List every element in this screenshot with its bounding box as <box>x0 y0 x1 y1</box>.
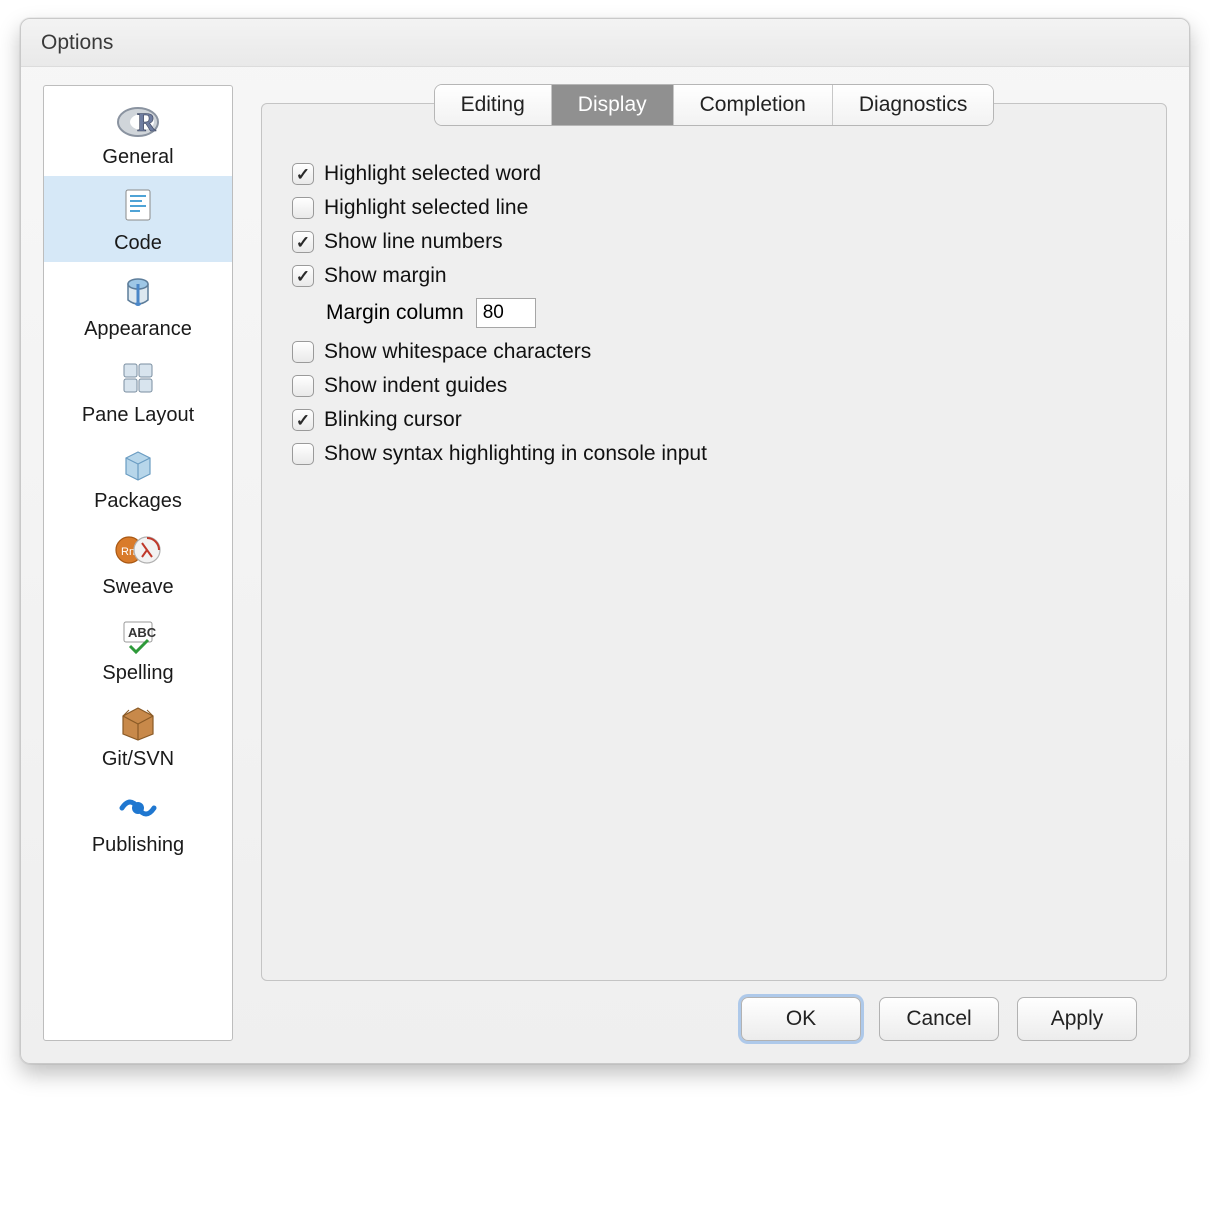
publishing-icon <box>114 784 162 832</box>
display-panel: Highlight selected word Highlight select… <box>261 103 1167 981</box>
tab-editing[interactable]: Editing <box>435 85 552 125</box>
sweave-icon: Rnw <box>114 526 162 574</box>
checkbox-highlight-selected-word[interactable] <box>292 163 314 185</box>
tab-display[interactable]: Display <box>552 85 674 125</box>
option-label: Highlight selected line <box>324 196 528 220</box>
sidebar-item-label: General <box>102 146 173 168</box>
window-title: Options <box>41 31 113 55</box>
sidebar-item-pane-layout[interactable]: Pane Layout <box>44 348 232 434</box>
sidebar-item-label: Git/SVN <box>102 748 174 770</box>
option-label: Highlight selected word <box>324 162 541 186</box>
margin-column-label: Margin column <box>326 301 464 325</box>
sidebar-item-label: Packages <box>94 490 182 512</box>
sidebar-item-packages[interactable]: Packages <box>44 434 232 520</box>
margin-column-input[interactable] <box>476 298 536 328</box>
code-file-icon <box>114 182 162 230</box>
sidebar-item-publishing[interactable]: Publishing <box>44 778 232 864</box>
tab-diagnostics[interactable]: Diagnostics <box>833 85 994 125</box>
category-sidebar: R General Code <box>43 85 233 1041</box>
sidebar-item-label: Pane Layout <box>82 404 194 426</box>
apply-button[interactable]: Apply <box>1017 997 1137 1041</box>
option-blinking-cursor: Blinking cursor <box>292 408 1136 432</box>
sidebar-item-general[interactable]: R General <box>44 90 232 176</box>
sidebar-item-code[interactable]: Code <box>44 176 232 262</box>
spellcheck-icon: ABC <box>114 612 162 660</box>
checkbox-show-line-numbers[interactable] <box>292 231 314 253</box>
option-highlight-selected-word: Highlight selected word <box>292 162 1136 186</box>
option-label: Show indent guides <box>324 374 507 398</box>
svg-text:ABC: ABC <box>128 625 157 640</box>
cardboard-box-icon <box>114 698 162 746</box>
paint-bucket-icon <box>114 268 162 316</box>
option-show-whitespace: Show whitespace characters <box>292 340 1136 364</box>
sidebar-item-label: Code <box>114 232 162 254</box>
main-area: Editing Display Completion Diagnostics H… <box>261 85 1167 1041</box>
option-label: Blinking cursor <box>324 408 462 432</box>
ok-button[interactable]: OK <box>741 997 861 1041</box>
r-logo-icon: R <box>114 96 162 144</box>
sidebar-item-sweave[interactable]: Rnw Sweave <box>44 520 232 606</box>
svg-text:R: R <box>137 108 156 137</box>
option-label: Show line numbers <box>324 230 503 254</box>
checkbox-show-indent-guides[interactable] <box>292 375 314 397</box>
sidebar-item-appearance[interactable]: Appearance <box>44 262 232 348</box>
package-box-icon <box>114 440 162 488</box>
sidebar-item-label: Sweave <box>102 576 173 598</box>
option-syntax-highlight-console: Show syntax highlighting in console inpu… <box>292 442 1136 466</box>
checkbox-show-whitespace[interactable] <box>292 341 314 363</box>
window-titlebar: Options <box>21 19 1189 67</box>
options-dialog: Options R General <box>20 18 1190 1064</box>
option-show-indent-guides: Show indent guides <box>292 374 1136 398</box>
sidebar-item-label: Appearance <box>84 318 192 340</box>
tab-completion[interactable]: Completion <box>674 85 833 125</box>
sidebar-item-spelling[interactable]: ABC Spelling <box>44 606 232 692</box>
option-label: Show syntax highlighting in console inpu… <box>324 442 707 466</box>
checkbox-blinking-cursor[interactable] <box>292 409 314 431</box>
sidebar-item-git-svn[interactable]: Git/SVN <box>44 692 232 778</box>
pane-layout-icon <box>114 354 162 402</box>
option-show-margin: Show margin <box>292 264 1136 288</box>
sidebar-item-label: Publishing <box>92 834 184 856</box>
option-label: Show margin <box>324 264 447 288</box>
sidebar-item-label: Spelling <box>102 662 173 684</box>
cancel-button[interactable]: Cancel <box>879 997 999 1041</box>
checkbox-highlight-selected-line[interactable] <box>292 197 314 219</box>
option-show-line-numbers: Show line numbers <box>292 230 1136 254</box>
tab-bar: Editing Display Completion Diagnostics <box>261 85 1167 125</box>
dialog-body: R General Code <box>21 67 1189 1041</box>
checkbox-syntax-highlight-console[interactable] <box>292 443 314 465</box>
option-label: Show whitespace characters <box>324 340 591 364</box>
option-highlight-selected-line: Highlight selected line <box>292 196 1136 220</box>
dialog-footer: OK Cancel Apply <box>261 981 1167 1041</box>
option-margin-column: Margin column <box>326 298 1136 328</box>
checkbox-show-margin[interactable] <box>292 265 314 287</box>
